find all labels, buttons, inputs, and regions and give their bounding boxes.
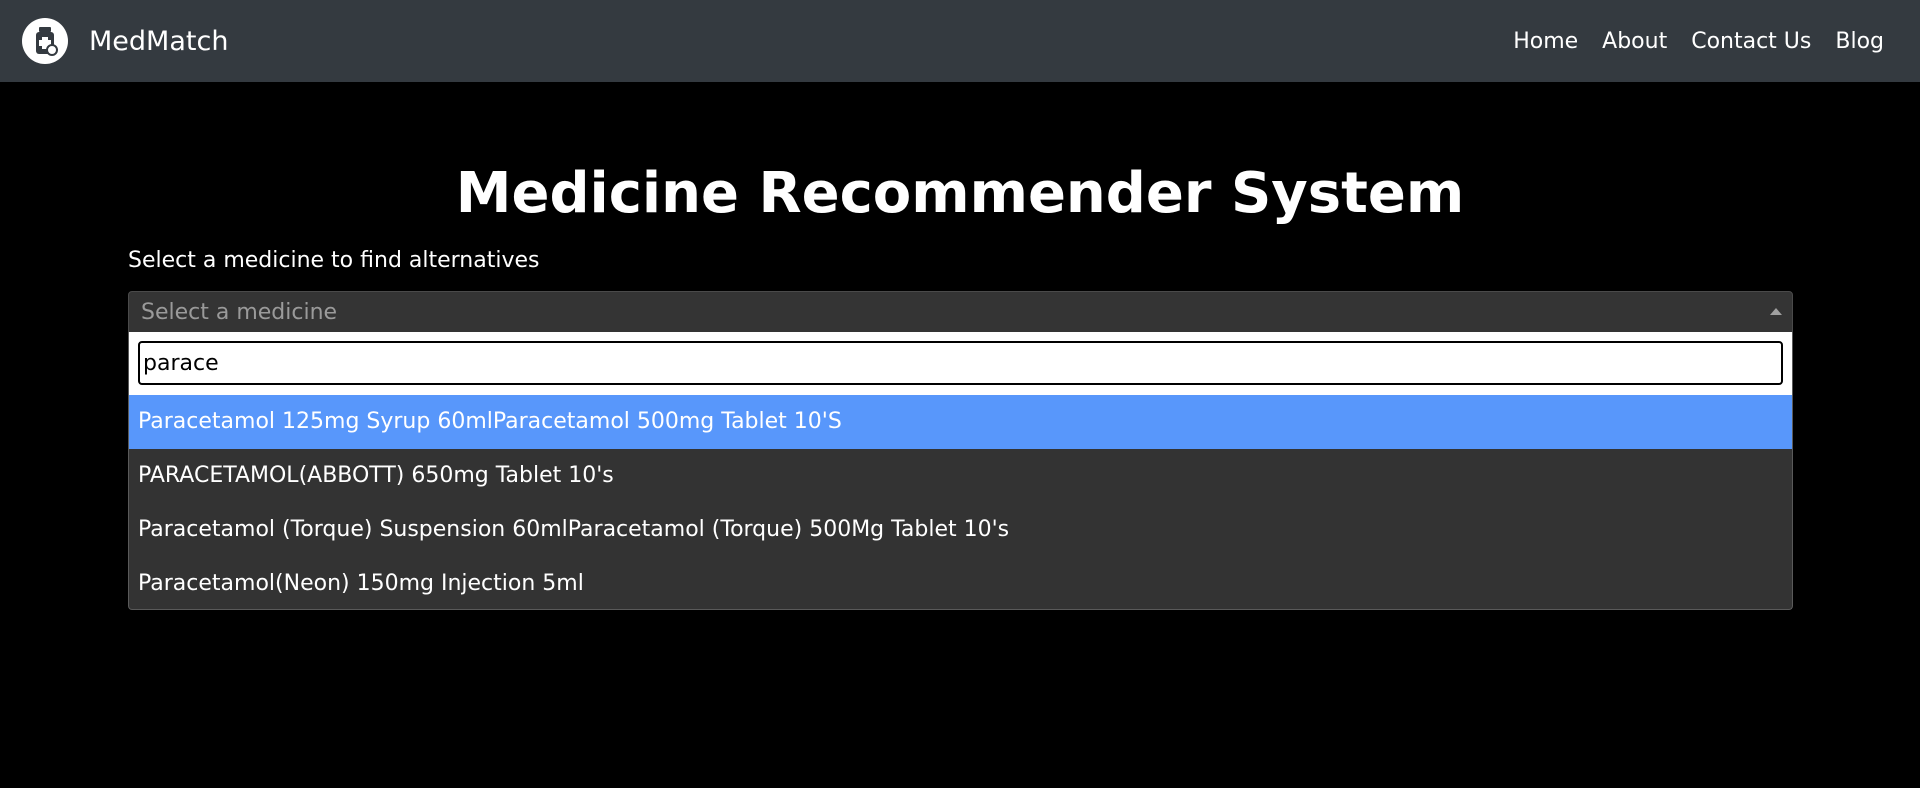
page-title: Medicine Recommender System (455, 161, 1465, 226)
dropdown-option[interactable]: Paracetamol 125mg Syrup 60mlParacetamol … (129, 395, 1792, 449)
nav-link-home[interactable]: Home (1513, 29, 1578, 54)
brand[interactable]: MedMatch (22, 18, 228, 64)
medicine-select[interactable]: Select a medicine (128, 291, 1793, 333)
medicine-dropdown: Paracetamol 125mg Syrup 60mlParacetamol … (128, 332, 1793, 610)
select-placeholder: Select a medicine (141, 300, 338, 325)
dropdown-option[interactable]: Paracetamol(Neon) 150mg Injection 5ml (129, 557, 1792, 611)
dropdown-search-input[interactable] (138, 341, 1783, 385)
medicine-select-label: Select a medicine to find alternatives (128, 248, 540, 273)
dropdown-option[interactable]: Paracetamol (Torque) Suspension 60mlPara… (129, 503, 1792, 557)
nav-links: Home About Contact Us Blog (1489, 0, 1884, 82)
nav-link-blog[interactable]: Blog (1835, 29, 1884, 54)
brand-name: MedMatch (89, 25, 229, 57)
dropdown-option[interactable]: PARACETAMOL(ABBOTT) 650mg Tablet 10's (129, 449, 1792, 503)
dropdown-search-area (129, 332, 1792, 395)
caret-up-icon[interactable] (1770, 308, 1782, 315)
nav-link-contact-us[interactable]: Contact Us (1691, 29, 1811, 54)
medicine-bottle-icon (22, 18, 68, 64)
navbar: MedMatch Home About Contact Us Blog (0, 0, 1920, 82)
nav-link-about[interactable]: About (1602, 29, 1667, 54)
